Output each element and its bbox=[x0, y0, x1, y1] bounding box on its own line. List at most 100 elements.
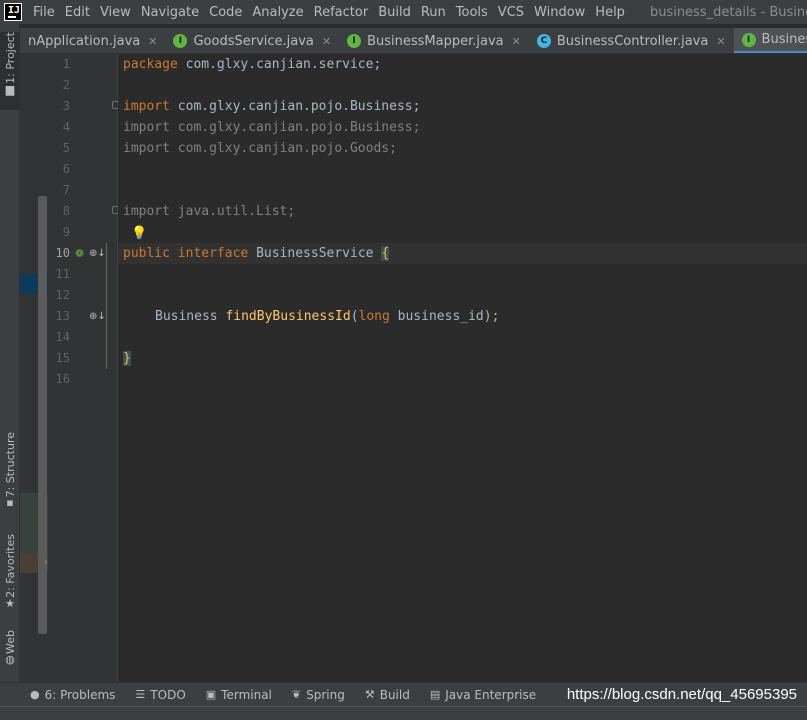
problems-icon: ● bbox=[30, 688, 40, 701]
project-scrollbar[interactable] bbox=[38, 196, 47, 634]
menu-view[interactable]: View bbox=[95, 5, 136, 20]
editor-tab-bar: nApplication.java ✕ I GoodsService.java … bbox=[20, 28, 807, 54]
globe-icon: ◍ bbox=[5, 652, 15, 666]
tab-label: nApplication.java bbox=[28, 33, 141, 49]
terminal-icon: ▣ bbox=[205, 688, 217, 701]
close-icon[interactable]: ✕ bbox=[322, 35, 331, 48]
build-icon: ⚒ bbox=[364, 688, 375, 701]
interface-icon: I bbox=[173, 34, 188, 48]
line-number: 13 bbox=[55, 309, 70, 323]
code-line-5: import com.glxy.canjian.pojo.Goods; bbox=[123, 141, 397, 156]
folder-icon: ▆ bbox=[5, 82, 15, 96]
watermark-url: https://blog.csdn.net/qq_45695395 bbox=[566, 686, 797, 703]
structure-tool-button[interactable]: 7: Structure ▪ bbox=[0, 432, 20, 509]
menu-navigate[interactable]: Navigate bbox=[136, 5, 204, 20]
menu-refactor[interactable]: Refactor bbox=[309, 5, 374, 20]
terminal-tool-button[interactable]: ▣ Terminal bbox=[206, 688, 272, 702]
line-number-current: 10 bbox=[55, 246, 70, 260]
structure-tool-label: 7: Structure bbox=[3, 432, 17, 498]
left-tool-stripe: 1: Project ▆ 7: Structure ▪ 2: Favorites… bbox=[0, 24, 20, 682]
structure-icon: ▪ bbox=[6, 496, 14, 510]
interface-icon: I bbox=[347, 34, 362, 48]
project-tool-button[interactable]: 1: Project ▆ bbox=[0, 32, 20, 110]
code-line-15: } bbox=[123, 351, 131, 366]
spring-tool-button[interactable]: ❦ Spring bbox=[292, 688, 345, 702]
line-number: 4 bbox=[62, 120, 70, 134]
java-enterprise-icon: ▤ bbox=[429, 688, 441, 701]
status-bar bbox=[0, 706, 807, 720]
web-tool-button[interactable]: Web ◍ bbox=[0, 630, 20, 666]
line-number: 16 bbox=[55, 372, 70, 386]
line-number: 8 bbox=[62, 204, 70, 218]
line-number: 2 bbox=[62, 78, 70, 92]
java-enterprise-label: Java Enterprise bbox=[445, 687, 537, 702]
line-number: 1 bbox=[62, 57, 70, 71]
code-line-1: package com.glxy.canjian.service; bbox=[123, 57, 382, 72]
menu-run[interactable]: Run bbox=[416, 5, 451, 20]
menu-vcs[interactable]: VCS bbox=[493, 5, 529, 20]
line-number: 9 bbox=[62, 225, 70, 239]
line-number: 5 bbox=[62, 141, 70, 155]
star-icon: ★ bbox=[5, 596, 15, 610]
close-icon[interactable]: ✕ bbox=[148, 35, 157, 48]
tab-label: BusinessService.java bbox=[761, 32, 807, 47]
spring-label: Spring bbox=[306, 687, 345, 702]
line-number: 14 bbox=[55, 330, 70, 344]
menu-tools[interactable]: Tools bbox=[451, 5, 493, 20]
menu-bar: IJ File Edit View Navigate Code Analyze … bbox=[0, 0, 807, 24]
line-number: 7 bbox=[62, 183, 70, 197]
line-number: 6 bbox=[62, 162, 70, 176]
interface-icon: I bbox=[741, 32, 756, 47]
problems-tool-button[interactable]: ● 6: Problems bbox=[30, 688, 115, 702]
intellij-logo-icon: IJ bbox=[4, 3, 22, 21]
tab-label: GoodsService.java bbox=[193, 33, 314, 49]
menu-analyze[interactable]: Analyze bbox=[247, 5, 308, 20]
go-to-implementation-icon[interactable]: ⊕↓ bbox=[89, 243, 106, 264]
fold-region-line bbox=[106, 243, 107, 369]
line-number: 11 bbox=[55, 267, 70, 281]
go-to-implementation-icon[interactable]: ⊕↓ bbox=[89, 306, 106, 327]
line-number: 15 bbox=[55, 351, 70, 365]
todo-label: TODO bbox=[150, 687, 186, 702]
menu-code[interactable]: Code bbox=[204, 5, 247, 20]
favorites-tool-label: 2: Favorites bbox=[3, 534, 17, 598]
code-line-10: public interface BusinessService { bbox=[123, 246, 390, 261]
tab-label: BusinessController.java bbox=[556, 33, 709, 49]
code-line-8: import java.util.List; bbox=[123, 204, 296, 219]
project-tool-label: 1: Project bbox=[3, 32, 17, 84]
tab-business-mapper[interactable]: I BusinessMapper.java ✕ bbox=[339, 28, 529, 53]
tab-business-controller[interactable]: C BusinessController.java ✕ bbox=[529, 28, 734, 53]
close-icon[interactable]: ✕ bbox=[512, 35, 521, 48]
web-tool-label: Web bbox=[3, 630, 17, 654]
todo-icon: ☰ bbox=[135, 688, 146, 701]
lightbulb-icon[interactable]: 💡 bbox=[131, 226, 147, 242]
favorites-tool-button[interactable]: 2: Favorites ★ bbox=[0, 534, 20, 610]
build-label: Build bbox=[379, 687, 410, 702]
menu-help[interactable]: Help bbox=[590, 5, 630, 20]
tab-business-service[interactable]: I BusinessService.java bbox=[733, 28, 807, 53]
implemented-icon[interactable]: ❁ bbox=[75, 243, 84, 264]
editor-gutter[interactable]: 1 2 3 4 5 6 7 8 9 10 11 12 13 14 15 16 ❁… bbox=[48, 54, 120, 682]
tab-application[interactable]: nApplication.java ✕ bbox=[20, 28, 165, 53]
build-tool-button[interactable]: ⚒ Build bbox=[365, 688, 410, 702]
spring-icon: ❦ bbox=[291, 688, 302, 701]
code-line-3: import com.glxy.canjian.pojo.Business; bbox=[123, 99, 421, 114]
menu-file[interactable]: File bbox=[28, 5, 60, 20]
tab-goods-service[interactable]: I GoodsService.java ✕ bbox=[165, 28, 339, 53]
problems-label: 6: Problems bbox=[44, 687, 116, 702]
class-icon: C bbox=[536, 34, 551, 48]
line-number: 3 bbox=[62, 99, 70, 113]
menu-window[interactable]: Window bbox=[529, 5, 590, 20]
menu-edit[interactable]: Edit bbox=[60, 5, 95, 20]
code-line-4: import com.glxy.canjian.pojo.Business; bbox=[123, 120, 421, 135]
close-icon[interactable]: ✕ bbox=[716, 35, 725, 48]
code-editor[interactable]: package com.glxy.canjian.service; import… bbox=[118, 54, 807, 682]
todo-tool-button[interactable]: ☰ TODO bbox=[135, 688, 185, 702]
tab-label: BusinessMapper.java bbox=[367, 33, 504, 49]
code-line-13: Business findByBusinessId(long business_… bbox=[155, 309, 500, 324]
menu-build[interactable]: Build bbox=[373, 5, 416, 20]
terminal-label: Terminal bbox=[221, 687, 272, 702]
line-number: 12 bbox=[55, 288, 70, 302]
java-enterprise-tool-button[interactable]: ▤ Java Enterprise bbox=[430, 688, 536, 702]
window-title: business_details - BusinessService.java bbox=[649, 4, 807, 20]
